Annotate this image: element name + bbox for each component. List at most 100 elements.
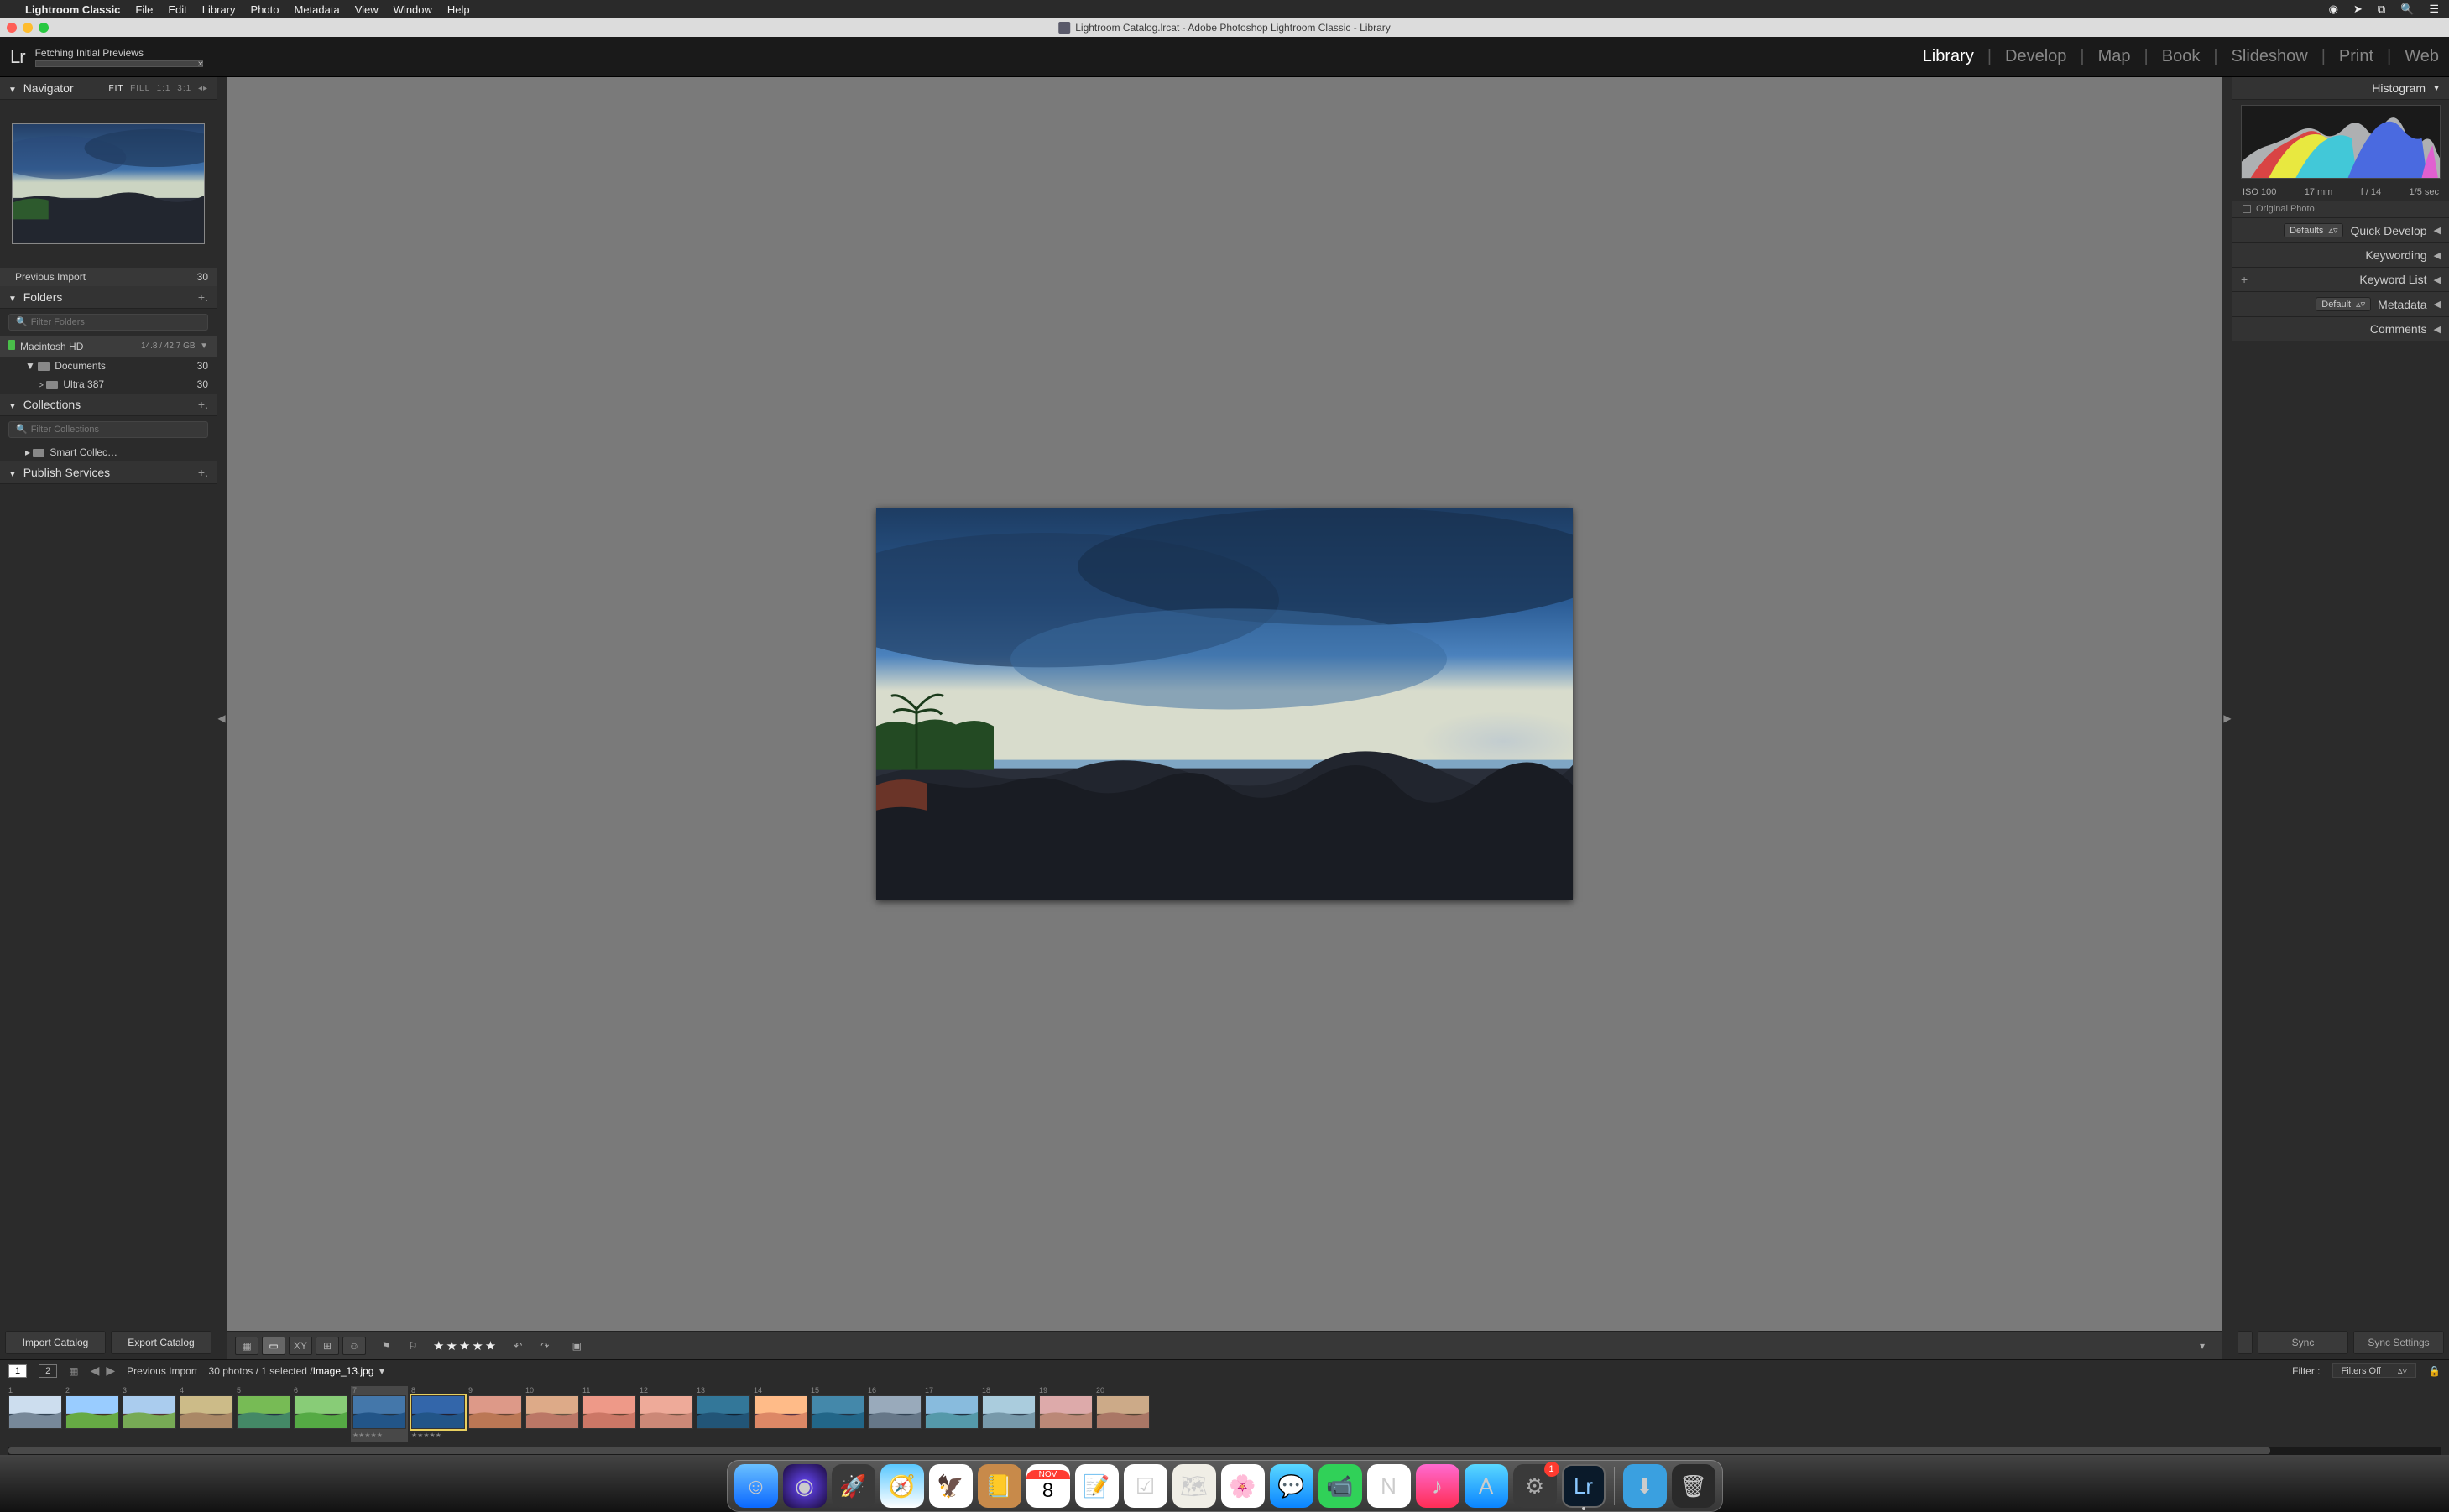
histogram-header[interactable]: Histogram▼ (2232, 77, 2449, 100)
view-loupe-button[interactable]: ▭ (262, 1337, 285, 1355)
rotate-cw-icon[interactable]: ↷ (533, 1337, 556, 1355)
right-panel-collapse[interactable]: ▶ (2222, 77, 2232, 1359)
filmstrip-cell[interactable]: 6 (294, 1386, 347, 1429)
filmstrip-scrollbar[interactable] (8, 1447, 2441, 1455)
filmstrip-thumb[interactable] (1039, 1395, 1093, 1429)
filmstrip-thumb[interactable] (640, 1395, 693, 1429)
rotate-ccw-icon[interactable]: ↶ (506, 1337, 530, 1355)
filmstrip-cell[interactable]: 5 (237, 1386, 290, 1429)
publish-add-button[interactable]: +. (198, 466, 208, 479)
status-spotlight-icon[interactable]: 🔍 (2400, 3, 2414, 16)
publish-header[interactable]: ▼ Publish Services +. (0, 461, 217, 484)
module-library[interactable]: Library (1923, 47, 1974, 66)
dock-music-icon[interactable]: ♪ (1416, 1464, 1459, 1508)
filter-lock-icon[interactable]: 🔒 (2428, 1365, 2441, 1377)
filmstrip-thumb[interactable] (868, 1395, 922, 1429)
dock-settings-icon[interactable]: ⚙1 (1513, 1464, 1557, 1508)
module-book[interactable]: Book (2162, 47, 2201, 66)
dock-news-icon[interactable]: N (1367, 1464, 1411, 1508)
filmstrip-cell[interactable]: 13 (697, 1386, 750, 1429)
monitor-1-button[interactable]: 1 (8, 1364, 27, 1378)
filmstrip-thumb[interactable] (8, 1395, 62, 1429)
checkbox-icon[interactable] (2243, 205, 2251, 213)
menubar-app-name[interactable]: Lightroom Classic (25, 3, 120, 16)
collections-add-button[interactable]: +. (198, 398, 208, 411)
window-zoom-button[interactable] (39, 23, 49, 33)
filmstrip-cell[interactable]: 7★★★★★ (351, 1386, 408, 1442)
filmstrip-thumb[interactable] (352, 1395, 406, 1429)
keyword-list-header[interactable]: + Keyword List◀ (2232, 267, 2449, 291)
nav-fwd-icon[interactable]: ▶ (106, 1363, 115, 1378)
filmstrip-cell[interactable]: 17 (925, 1386, 979, 1429)
collections-header[interactable]: ▼ Collections +. (0, 394, 217, 416)
view-people-button[interactable]: ☺ (342, 1337, 366, 1355)
import-catalog-button[interactable]: Import Catalog (5, 1331, 106, 1354)
menu-edit[interactable]: Edit (168, 3, 186, 16)
filmstrip-thumb[interactable] (1096, 1395, 1150, 1429)
nav-back-icon[interactable]: ◀ (91, 1363, 100, 1378)
window-minimize-button[interactable] (23, 23, 33, 33)
sync-toggle-button[interactable] (2238, 1331, 2253, 1354)
module-develop[interactable]: Develop (2005, 47, 2066, 66)
dock-lightroom-icon[interactable]: Lr (1562, 1464, 1606, 1508)
filmstrip-cell[interactable]: 14 (754, 1386, 807, 1429)
comments-header[interactable]: Comments◀ (2232, 316, 2449, 341)
folder-documents-row[interactable]: ▼ Documents 30 (0, 357, 217, 375)
quick-develop-header[interactable]: Defaults▵▿ Quick Develop◀ (2232, 217, 2449, 242)
dock-siri-icon[interactable]: ◉ (783, 1464, 827, 1508)
filmstrip-cell[interactable]: 19 (1039, 1386, 1093, 1429)
filmstrip-thumb[interactable] (237, 1395, 290, 1429)
filmstrip-path[interactable]: Previous Import 30 photos / 1 selected /… (127, 1365, 384, 1377)
filmstrip-cell[interactable]: 12 (640, 1386, 693, 1429)
flag-pick-icon[interactable]: ⚑ (374, 1337, 398, 1355)
filmstrip-cell[interactable]: 3 (123, 1386, 176, 1429)
view-survey-button[interactable]: ⊞ (316, 1337, 339, 1355)
filmstrip-cell[interactable]: 16 (868, 1386, 922, 1429)
filmstrip-cell[interactable]: 4 (180, 1386, 233, 1429)
module-print[interactable]: Print (2339, 47, 2373, 66)
menu-library[interactable]: Library (202, 3, 236, 16)
module-web[interactable]: Web (2405, 47, 2439, 66)
dock-calendar-icon[interactable]: NOV 8 (1026, 1464, 1070, 1508)
dock-finder-icon[interactable]: ☺ (734, 1464, 778, 1508)
histogram-chart[interactable] (2241, 105, 2441, 179)
filmstrip[interactable]: 1234567★★★★★8★★★★★9101112131415161718192… (0, 1381, 2449, 1455)
filmstrip-thumb[interactable] (811, 1395, 864, 1429)
monitor-2-button[interactable]: 2 (39, 1364, 57, 1378)
navigator-preview[interactable] (12, 123, 205, 244)
loupe-image[interactable] (876, 508, 1573, 901)
filmstrip-thumb[interactable] (468, 1395, 522, 1429)
navigator-header[interactable]: ▼ Navigator FIT FILL 1:1 3:1 ◂▸ (0, 77, 217, 100)
menu-photo[interactable]: Photo (251, 3, 279, 16)
dock-safari-icon[interactable]: 🧭 (880, 1464, 924, 1508)
status-bluetooth-icon[interactable]: ➤ (2353, 3, 2363, 16)
sync-button[interactable]: Sync (2258, 1331, 2348, 1354)
flag-reject-icon[interactable]: ⚐ (401, 1337, 425, 1355)
filmstrip-thumb[interactable] (982, 1395, 1036, 1429)
menu-view[interactable]: View (355, 3, 379, 16)
window-close-button[interactable] (7, 23, 17, 33)
volume-row[interactable]: Macintosh HD 14.8 / 42.7 GB ▼ (0, 336, 217, 357)
filmstrip-thumb[interactable] (925, 1395, 979, 1429)
module-slideshow[interactable]: Slideshow (2232, 47, 2308, 66)
quick-develop-preset-select[interactable]: Defaults▵▿ (2284, 223, 2343, 237)
smart-collections-row[interactable]: ▸ Smart Collec… (0, 443, 217, 461)
collections-filter-input[interactable]: 🔍Filter Collections (8, 421, 208, 438)
sync-settings-button[interactable]: Sync Settings (2353, 1331, 2444, 1354)
metadata-header[interactable]: Default▵▿ Metadata◀ (2232, 291, 2449, 316)
folders-add-button[interactable]: +. (198, 290, 208, 304)
dock-launchpad-icon[interactable]: 🚀 (832, 1464, 875, 1508)
filmstrip-thumb[interactable] (582, 1395, 636, 1429)
menu-help[interactable]: Help (447, 3, 470, 16)
filmstrip-thumb[interactable] (65, 1395, 119, 1429)
grid-toggle-icon[interactable]: ▦ (69, 1365, 78, 1377)
filmstrip-cell[interactable]: 9 (468, 1386, 522, 1429)
folder-ultra387-row[interactable]: ▹ Ultra 387 30 (0, 375, 217, 394)
target-collection-icon[interactable]: ▣ (565, 1337, 588, 1355)
navigator-zoom-options[interactable]: FIT FILL 1:1 3:1 ◂▸ (106, 84, 208, 93)
rating-stars[interactable]: ★★★★★ (433, 1338, 498, 1353)
dock-facetime-icon[interactable]: 📹 (1318, 1464, 1362, 1508)
dock-appstore-icon[interactable]: A (1465, 1464, 1508, 1508)
filmstrip-thumb[interactable] (754, 1395, 807, 1429)
filmstrip-thumb[interactable] (123, 1395, 176, 1429)
